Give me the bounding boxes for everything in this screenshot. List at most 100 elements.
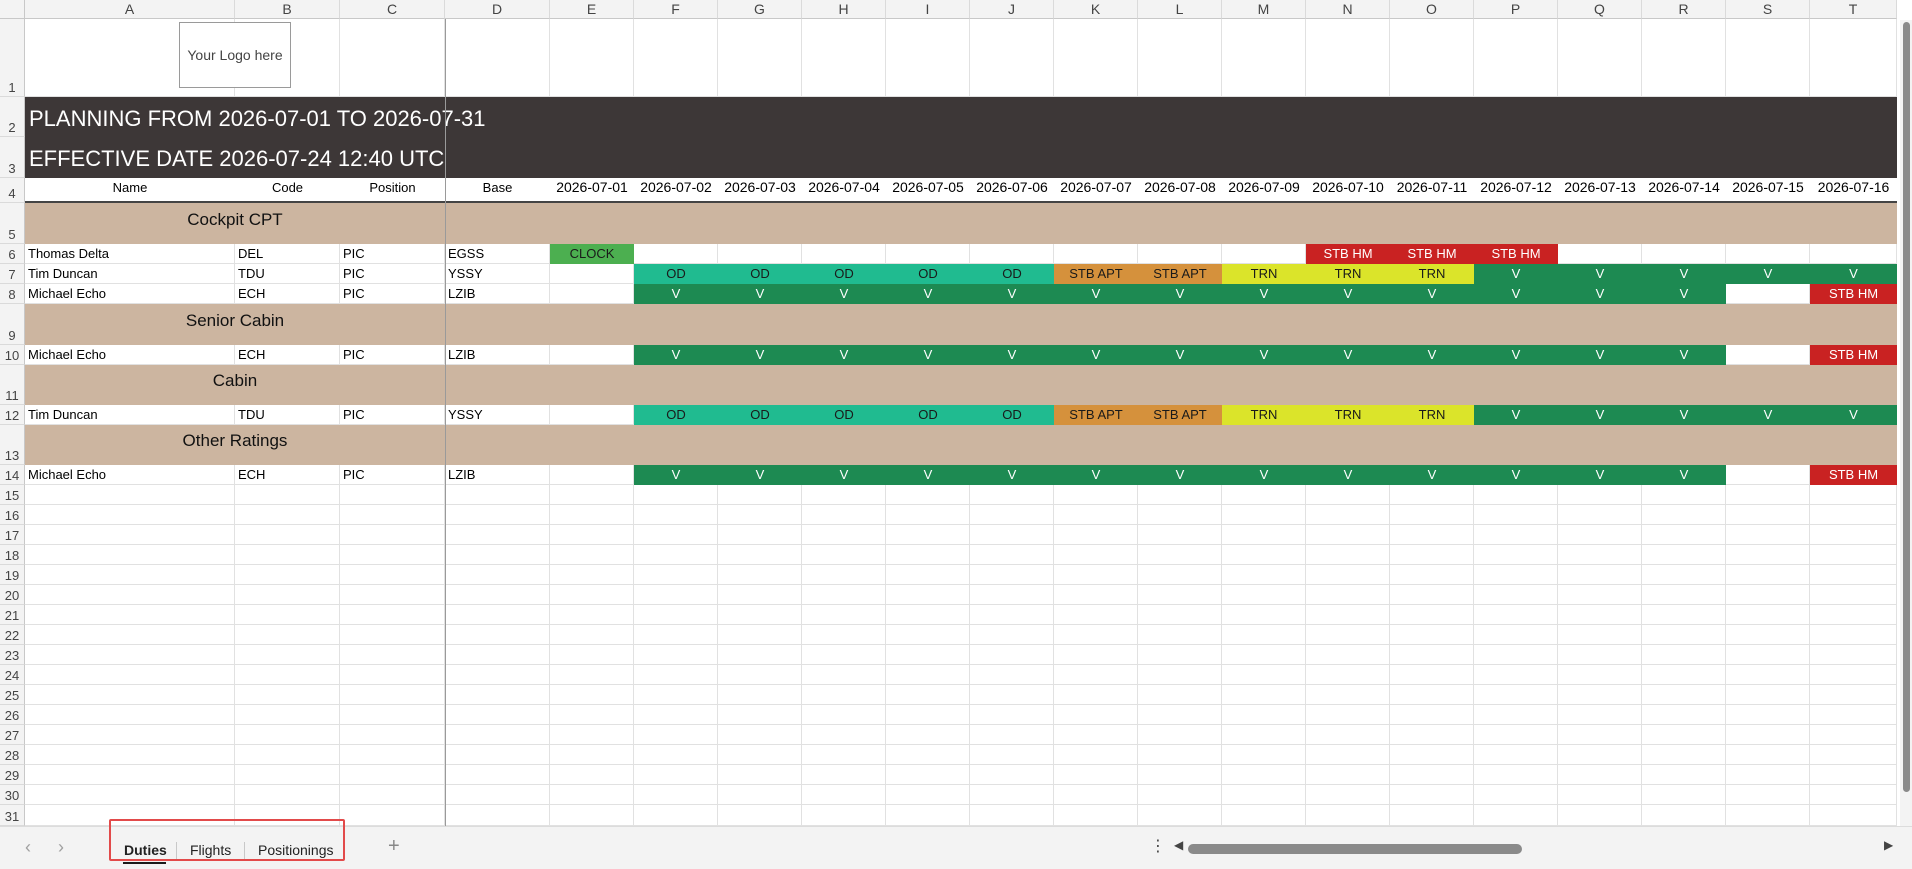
duty-cell[interactable]: V: [1222, 465, 1306, 485]
duty-cell[interactable]: V: [1222, 284, 1306, 304]
column-header[interactable]: G: [718, 0, 802, 19]
triangle-left-icon[interactable]: ◀: [1174, 838, 1183, 852]
date-header[interactable]: 2026-07-06: [970, 178, 1054, 203]
crew-name[interactable]: Michael Echo: [25, 284, 235, 304]
column-header[interactable]: M: [1222, 0, 1306, 19]
plus-icon[interactable]: +: [388, 835, 400, 858]
column-header[interactable]: H: [802, 0, 886, 19]
vertical-ellipsis-icon[interactable]: ⋮: [1150, 836, 1166, 856]
column-header[interactable]: L: [1138, 0, 1222, 19]
crew-name[interactable]: Tim Duncan: [25, 264, 235, 284]
column-header[interactable]: K: [1054, 0, 1138, 19]
duty-cell[interactable]: V: [1642, 284, 1726, 304]
row-header[interactable]: 14: [0, 465, 25, 485]
duty-cell[interactable]: V: [1054, 284, 1138, 304]
duty-cell[interactable]: [1810, 244, 1897, 264]
duty-cell[interactable]: [550, 345, 634, 365]
column-header[interactable]: J: [970, 0, 1054, 19]
date-header[interactable]: 2026-07-11: [1390, 178, 1474, 203]
duty-cell[interactable]: V: [718, 284, 802, 304]
duty-cell[interactable]: V: [802, 345, 886, 365]
row-header[interactable]: 23: [0, 645, 25, 665]
horizontal-scroll-thumb[interactable]: [1188, 844, 1522, 854]
duty-cell[interactable]: V: [634, 345, 718, 365]
row-header[interactable]: 29: [0, 765, 25, 785]
duty-cell[interactable]: STB APT: [1138, 405, 1222, 425]
row-header[interactable]: 31: [0, 805, 25, 826]
header-position[interactable]: Position: [340, 178, 445, 203]
row-header[interactable]: 28: [0, 745, 25, 765]
header-code[interactable]: Code: [235, 178, 340, 203]
chevron-left-icon[interactable]: ‹: [25, 837, 31, 858]
duty-cell[interactable]: V: [1054, 465, 1138, 485]
row-header[interactable]: 18: [0, 545, 25, 565]
duty-cell[interactable]: V: [1558, 465, 1642, 485]
duty-cell[interactable]: OD: [634, 264, 718, 284]
row-header[interactable]: 22: [0, 625, 25, 645]
column-header[interactable]: C: [340, 0, 445, 19]
duty-cell[interactable]: [886, 244, 970, 264]
duty-cell[interactable]: STB HM: [1810, 284, 1897, 304]
date-header[interactable]: 2026-07-12: [1474, 178, 1558, 203]
crew-base[interactable]: LZIB: [445, 345, 550, 365]
duty-cell[interactable]: V: [1642, 465, 1726, 485]
duty-cell[interactable]: [550, 465, 634, 485]
crew-position[interactable]: PIC: [340, 244, 445, 264]
duty-cell[interactable]: V: [1474, 465, 1558, 485]
duty-cell[interactable]: [718, 244, 802, 264]
duty-cell[interactable]: V: [1390, 345, 1474, 365]
column-header[interactable]: D: [445, 0, 550, 19]
column-header[interactable]: T: [1810, 0, 1897, 19]
duty-cell[interactable]: V: [1306, 465, 1390, 485]
date-header[interactable]: 2026-07-05: [886, 178, 970, 203]
crew-code[interactable]: ECH: [235, 284, 340, 304]
duty-cell[interactable]: STB HM: [1306, 244, 1390, 264]
duty-cell[interactable]: V: [970, 345, 1054, 365]
duty-cell[interactable]: [634, 244, 718, 264]
duty-cell[interactable]: V: [718, 345, 802, 365]
duty-cell[interactable]: V: [1810, 264, 1897, 284]
date-header[interactable]: 2026-07-14: [1642, 178, 1726, 203]
column-header[interactable]: I: [886, 0, 970, 19]
crew-name[interactable]: Thomas Delta: [25, 244, 235, 264]
crew-position[interactable]: PIC: [340, 284, 445, 304]
duty-cell[interactable]: V: [1390, 284, 1474, 304]
duty-cell[interactable]: [1558, 244, 1642, 264]
crew-name[interactable]: Tim Duncan: [25, 405, 235, 425]
duty-cell[interactable]: V: [1306, 345, 1390, 365]
duty-cell[interactable]: [1726, 244, 1810, 264]
triangle-right-icon[interactable]: ▶: [1884, 838, 1893, 852]
crew-code[interactable]: ECH: [235, 465, 340, 485]
row-header[interactable]: 17: [0, 525, 25, 545]
duty-cell[interactable]: V: [886, 284, 970, 304]
duty-cell[interactable]: V: [634, 284, 718, 304]
header-name[interactable]: Name: [25, 178, 235, 203]
row-header[interactable]: 21: [0, 605, 25, 625]
duty-cell[interactable]: V: [1558, 284, 1642, 304]
duty-cell[interactable]: OD: [970, 405, 1054, 425]
column-header[interactable]: B: [235, 0, 340, 19]
duty-cell[interactable]: OD: [718, 264, 802, 284]
duty-cell[interactable]: OD: [970, 264, 1054, 284]
duty-cell[interactable]: V: [1726, 264, 1810, 284]
row-header[interactable]: 16: [0, 505, 25, 525]
duty-cell[interactable]: V: [970, 465, 1054, 485]
duty-cell[interactable]: TRN: [1390, 405, 1474, 425]
crew-base[interactable]: LZIB: [445, 465, 550, 485]
duty-cell[interactable]: V: [1558, 345, 1642, 365]
row-header[interactable]: 30: [0, 785, 25, 805]
date-header[interactable]: 2026-07-07: [1054, 178, 1138, 203]
column-header[interactable]: R: [1642, 0, 1726, 19]
duty-cell[interactable]: TRN: [1306, 264, 1390, 284]
row-header[interactable]: 20: [0, 585, 25, 605]
duty-cell[interactable]: TRN: [1390, 264, 1474, 284]
crew-code[interactable]: DEL: [235, 244, 340, 264]
duty-cell[interactable]: STB APT: [1054, 405, 1138, 425]
duty-cell[interactable]: V: [1558, 405, 1642, 425]
row-header[interactable]: 27: [0, 725, 25, 745]
date-header[interactable]: 2026-07-15: [1726, 178, 1810, 203]
duty-cell[interactable]: OD: [802, 264, 886, 284]
duty-cell[interactable]: OD: [802, 405, 886, 425]
row-header[interactable]: 4: [0, 178, 25, 203]
date-header[interactable]: 2026-07-08: [1138, 178, 1222, 203]
